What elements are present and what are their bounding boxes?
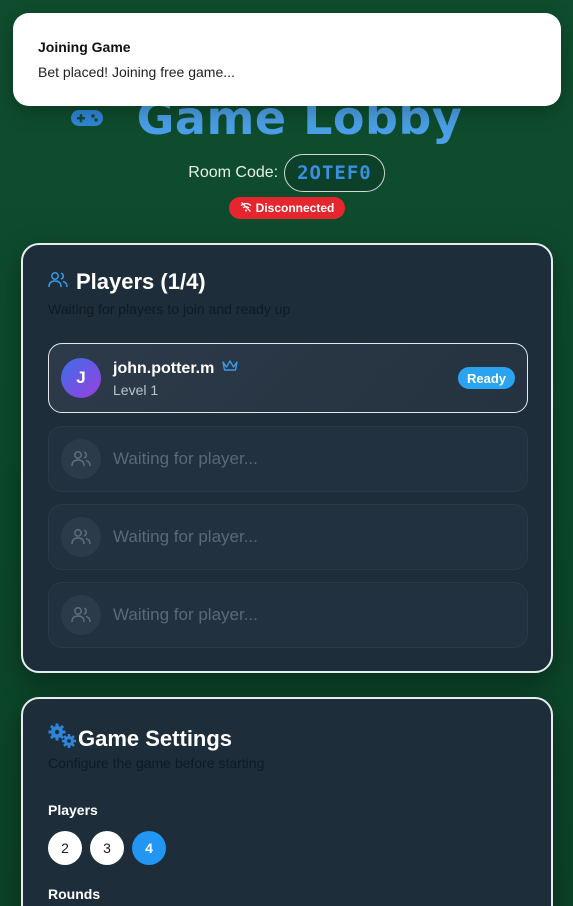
empty-player-slot: Waiting for player... <box>48 426 528 492</box>
gears-icon <box>48 723 78 754</box>
room-code-label: Room Code: <box>188 164 279 181</box>
empty-avatar <box>61 595 101 635</box>
gamepad-icon <box>70 108 103 128</box>
player-row[interactable]: J john.potter.m Level 1 Ready <box>48 343 528 413</box>
empty-avatar <box>61 517 101 557</box>
empty-player-slot: Waiting for player... <box>48 504 528 570</box>
empty-player-slot: Waiting for player... <box>48 582 528 648</box>
toast-title: Joining Game <box>38 39 131 55</box>
players-title: Players (1/4) <box>76 269 206 294</box>
connection-status-text: Disconnected <box>255 201 335 215</box>
players-header: Players (1/4) <box>48 269 206 295</box>
users-icon <box>48 271 68 294</box>
ready-badge: Ready <box>457 367 515 389</box>
rounds-label: Rounds <box>48 886 101 902</box>
wifi-off-icon <box>240 201 252 216</box>
settings-title: Game Settings <box>78 725 233 751</box>
player-count-option-2[interactable]: 2 <box>48 831 82 865</box>
players-count-label: Players <box>48 802 98 818</box>
toast-message: Bet placed! Joining free game... <box>38 64 235 80</box>
settings-card: Game Settings Configure the game before … <box>21 697 553 906</box>
waiting-text: Waiting for player... <box>113 605 258 624</box>
players-subtitle: Waiting for players to join and ready up <box>48 301 291 317</box>
connection-status-badge: Disconnected <box>229 197 345 219</box>
player-name: john.potter.m <box>113 359 215 377</box>
players-card: Players (1/4) Waiting for players to joi… <box>21 243 553 673</box>
room-code-row: Room Code: 2OTEF0 <box>0 154 573 192</box>
room-code-pill[interactable]: 2OTEF0 <box>284 154 385 192</box>
empty-avatar <box>61 439 101 479</box>
settings-header: Game Settings <box>48 723 232 754</box>
player-count-option-3[interactable]: 3 <box>90 831 124 865</box>
toast-notification: Joining Game Bet placed! Joining free ga… <box>13 13 561 106</box>
waiting-text: Waiting for player... <box>113 449 258 468</box>
player-count-option-4[interactable]: 4 <box>132 831 166 865</box>
player-name-row: john.potter.m <box>113 359 239 378</box>
waiting-text: Waiting for player... <box>113 527 258 546</box>
settings-subtitle: Configure the game before starting <box>48 755 265 771</box>
avatar: J <box>61 358 101 398</box>
player-count-selector: 2 3 4 <box>48 831 166 865</box>
crown-icon <box>222 359 239 378</box>
player-level: Level 1 <box>113 382 159 398</box>
